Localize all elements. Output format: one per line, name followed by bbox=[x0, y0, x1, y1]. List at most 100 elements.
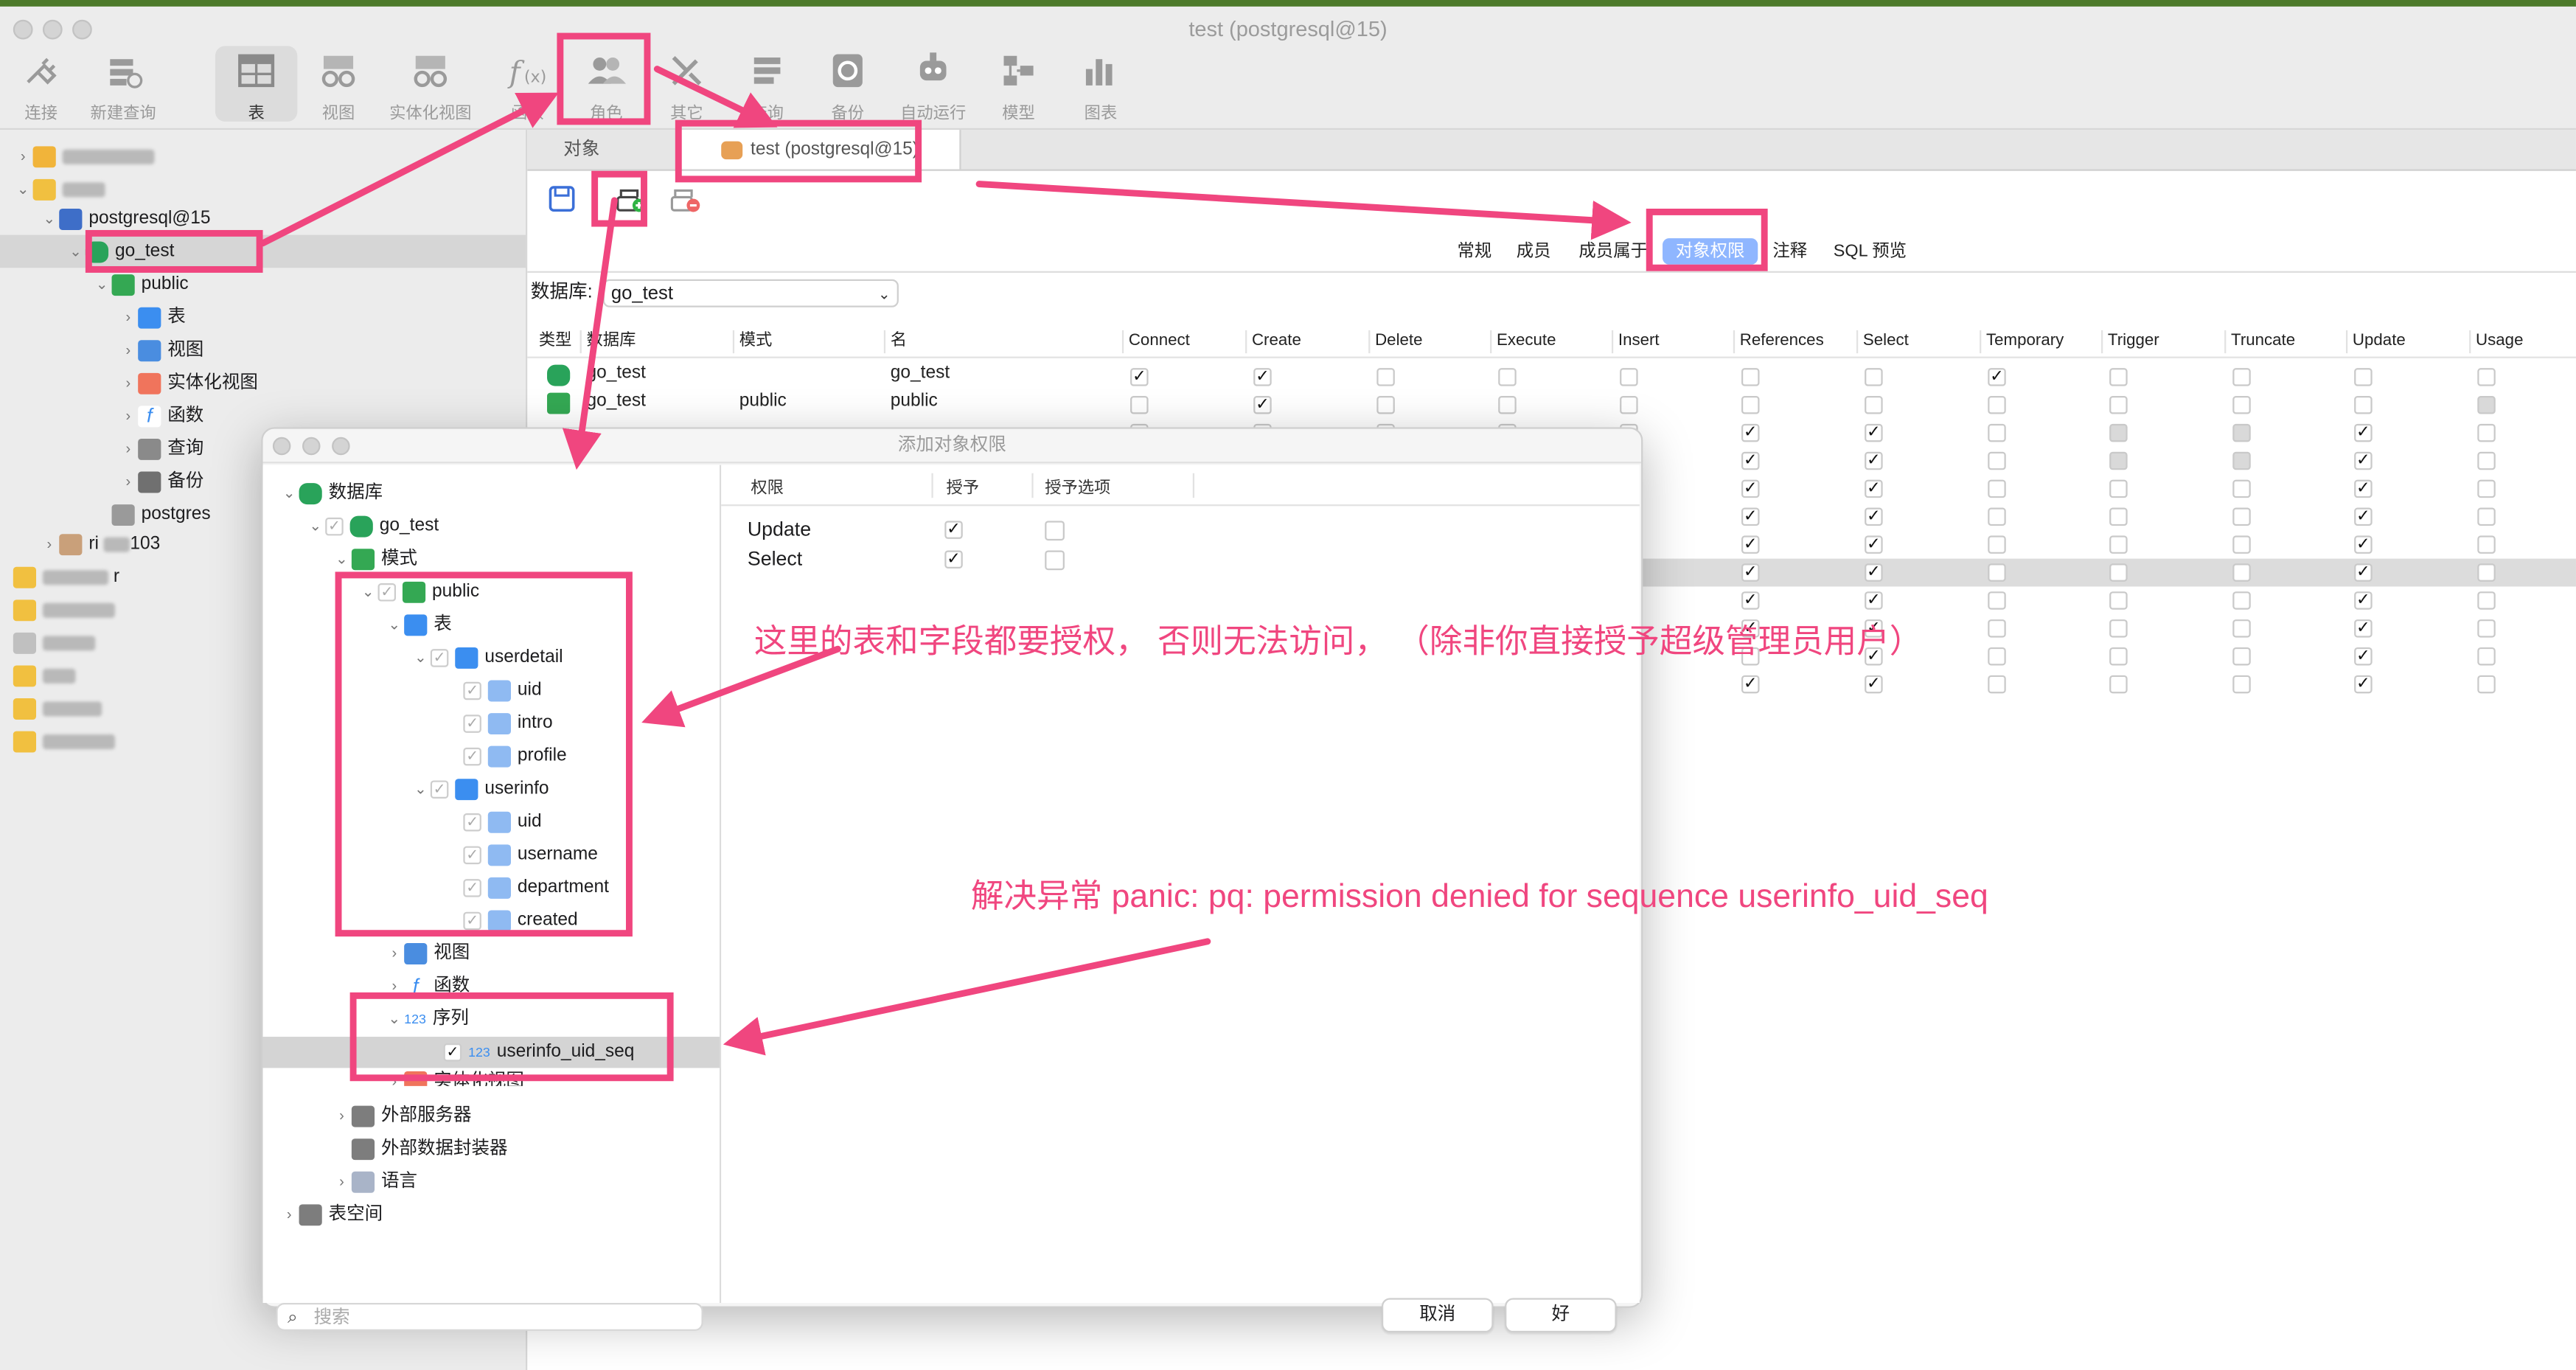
privilege-checkbox[interactable] bbox=[1741, 563, 1760, 582]
subtab-general[interactable]: 常规 bbox=[1451, 238, 1499, 265]
toolbar-chart[interactable]: 图表 bbox=[1059, 46, 1141, 123]
privilege-checkbox[interactable] bbox=[1741, 396, 1760, 414]
sidebar-item-backups[interactable]: › 备份 bbox=[118, 465, 203, 498]
tree-item-foreign-servers[interactable]: › 外部服务器 bbox=[332, 1101, 472, 1132]
privilege-checkbox[interactable] bbox=[1865, 675, 1883, 694]
privilege-checkbox[interactable] bbox=[1620, 368, 1638, 386]
privilege-checkbox[interactable] bbox=[2477, 423, 2496, 442]
privilege-checkbox[interactable] bbox=[1741, 479, 1760, 498]
privilege-checkbox[interactable] bbox=[1865, 451, 1883, 470]
privilege-checkbox[interactable] bbox=[2477, 647, 2496, 666]
table-row[interactable]: go_test public public bbox=[527, 389, 2576, 417]
toolbar-other[interactable]: 其它 bbox=[646, 46, 728, 123]
privilege-checkbox[interactable] bbox=[2354, 507, 2373, 526]
privilege-checkbox[interactable] bbox=[2109, 479, 2128, 498]
toolbar-function[interactable]: f (x) 函数 bbox=[487, 46, 568, 123]
sidebar-item-functions[interactable]: › f 函数 bbox=[118, 399, 203, 432]
grant-option-update-checkbox[interactable] bbox=[1045, 521, 1065, 541]
sidebar-item-connection-ri[interactable]: › ri 103 bbox=[39, 527, 160, 560]
privilege-checkbox[interactable] bbox=[1865, 591, 1883, 610]
privilege-checkbox[interactable] bbox=[2477, 563, 2496, 582]
sidebar-blurred-connection-5[interactable] bbox=[13, 626, 96, 659]
sidebar-blurred-connection-8[interactable] bbox=[13, 725, 115, 758]
toolbar-automation[interactable]: 自动运行 bbox=[892, 46, 974, 123]
privilege-checkbox[interactable] bbox=[2477, 479, 2496, 498]
privilege-checkbox[interactable] bbox=[2232, 535, 2251, 554]
sidebar-blurred-connection-6[interactable] bbox=[13, 659, 76, 692]
tree-item-languages[interactable]: › 语言 bbox=[332, 1166, 417, 1197]
toolbar-table[interactable]: 表 bbox=[215, 46, 298, 123]
privilege-checkbox[interactable] bbox=[2477, 451, 2496, 470]
privilege-checkbox[interactable] bbox=[2109, 507, 2128, 526]
privilege-checkbox[interactable] bbox=[1988, 451, 2006, 470]
sidebar-item-postgres[interactable]: postgres bbox=[92, 498, 211, 531]
grant-update-checkbox[interactable] bbox=[944, 521, 963, 539]
privilege-checkbox[interactable] bbox=[1988, 563, 2006, 582]
sidebar-item-queries[interactable]: › 查询 bbox=[118, 432, 203, 465]
privilege-checkbox[interactable] bbox=[2232, 396, 2251, 414]
sidebar-blurred-connection-1[interactable]: › bbox=[13, 139, 155, 173]
privilege-checkbox[interactable] bbox=[2477, 591, 2496, 610]
privilege-checkbox[interactable] bbox=[2232, 507, 2251, 526]
privilege-checkbox[interactable] bbox=[2232, 368, 2251, 386]
privilege-checkbox[interactable] bbox=[1620, 396, 1638, 414]
privilege-checkbox[interactable] bbox=[2477, 619, 2496, 638]
privilege-checkbox[interactable] bbox=[1498, 368, 1517, 386]
toolbar-backup[interactable]: 备份 bbox=[807, 46, 888, 123]
privilege-checkbox[interactable] bbox=[1741, 507, 1760, 526]
privilege-checkbox[interactable] bbox=[2354, 563, 2373, 582]
sidebar-item-tables[interactable]: › 表 bbox=[118, 301, 186, 334]
privilege-checkbox[interactable] bbox=[2354, 479, 2373, 498]
privilege-checkbox[interactable] bbox=[2354, 647, 2373, 666]
privilege-checkbox[interactable] bbox=[2354, 675, 2373, 694]
privilege-checkbox[interactable] bbox=[2477, 396, 2496, 414]
toolbar-model[interactable]: 模型 bbox=[978, 46, 1059, 123]
privilege-checkbox[interactable] bbox=[2109, 675, 2128, 694]
privilege-checkbox[interactable] bbox=[2232, 675, 2251, 694]
privilege-checkbox[interactable] bbox=[2109, 619, 2128, 638]
privilege-checkbox[interactable] bbox=[1988, 591, 2006, 610]
tree-item-foreign-data-wrappers[interactable]: 外部数据封装器 bbox=[332, 1134, 508, 1165]
privilege-checkbox[interactable] bbox=[1988, 423, 2006, 442]
subtab-comment[interactable]: 注释 bbox=[1766, 238, 1814, 265]
tree-item-tablespaces[interactable]: › 表空间 bbox=[279, 1200, 383, 1231]
sidebar-blurred-connection-4[interactable] bbox=[13, 593, 115, 626]
tab-objects[interactable]: 对象 bbox=[527, 130, 636, 169]
tree-item-views[interactable]: › 视图 bbox=[384, 938, 470, 969]
privilege-checkbox[interactable] bbox=[2354, 591, 2373, 610]
privilege-checkbox[interactable] bbox=[1988, 507, 2006, 526]
privilege-checkbox[interactable] bbox=[2232, 619, 2251, 638]
privilege-checkbox[interactable] bbox=[2109, 368, 2128, 386]
privilege-checkbox[interactable] bbox=[1988, 479, 2006, 498]
sidebar-blurred-connection-3[interactable]: r bbox=[13, 560, 119, 594]
tree-item-databases[interactable]: ⌄ 数据库 bbox=[279, 478, 383, 509]
subtab-member-of[interactable]: 成员属于 bbox=[1572, 238, 1654, 265]
privilege-checkbox[interactable] bbox=[1376, 368, 1395, 386]
privilege-checkbox[interactable] bbox=[2109, 563, 2128, 582]
subtab-sql-preview[interactable]: SQL 预览 bbox=[1827, 238, 1913, 265]
tree-search-input[interactable]: ⌕ 搜索 bbox=[276, 1303, 703, 1331]
sidebar-item-materialized-views[interactable]: › 实体化视图 bbox=[118, 366, 258, 400]
tree-checkbox[interactable]: ✓ bbox=[325, 517, 344, 535]
toolbar-view[interactable]: 视图 bbox=[297, 46, 379, 123]
sidebar-item-views[interactable]: › 视图 bbox=[118, 333, 203, 366]
privilege-checkbox[interactable] bbox=[1130, 368, 1149, 386]
privilege-checkbox[interactable] bbox=[1988, 535, 2006, 554]
tree-item-schemas[interactable]: ⌄ 模式 bbox=[332, 544, 417, 575]
privilege-checkbox[interactable] bbox=[2232, 479, 2251, 498]
privilege-checkbox[interactable] bbox=[2109, 647, 2128, 666]
subtab-members[interactable]: 成员 bbox=[1510, 238, 1558, 265]
privilege-checkbox[interactable] bbox=[1988, 396, 2006, 414]
privilege-checkbox[interactable] bbox=[1130, 396, 1149, 414]
sidebar-blurred-connection-7[interactable] bbox=[13, 692, 102, 725]
privilege-checkbox[interactable] bbox=[2109, 396, 2128, 414]
privilege-checkbox[interactable] bbox=[2354, 535, 2373, 554]
privilege-checkbox[interactable] bbox=[1865, 423, 1883, 442]
privilege-checkbox[interactable] bbox=[2354, 368, 2373, 386]
privilege-checkbox[interactable] bbox=[1865, 479, 1883, 498]
privilege-checkbox[interactable] bbox=[2477, 368, 2496, 386]
privilege-checkbox[interactable] bbox=[1741, 368, 1760, 386]
privilege-checkbox[interactable] bbox=[1988, 619, 2006, 638]
privilege-checkbox[interactable] bbox=[2109, 535, 2128, 554]
privilege-checkbox[interactable] bbox=[1988, 675, 2006, 694]
